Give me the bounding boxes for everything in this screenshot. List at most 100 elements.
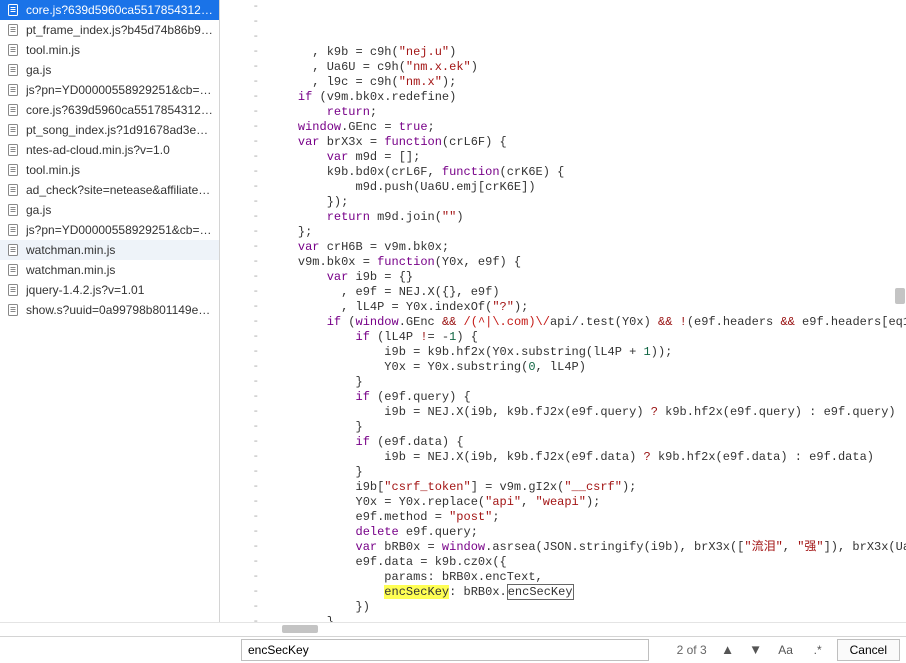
code-line[interactable]: , l9c = c9h("nm.x"); xyxy=(269,75,906,90)
code-line[interactable]: , Ua6U = c9h("nm.x.ek") xyxy=(269,60,906,75)
code-line[interactable]: }) xyxy=(269,600,906,615)
file-list-item[interactable]: watchman.min.js xyxy=(0,260,219,280)
gutter-fold-marker[interactable]: - xyxy=(220,270,259,285)
code-line[interactable]: var bRB0x = window.asrsea(JSON.stringify… xyxy=(269,540,906,555)
search-next-button[interactable]: ▼ xyxy=(745,639,767,661)
code-line[interactable]: Y0x = Y0x.replace("api", "weapi"); xyxy=(269,495,906,510)
code-line[interactable]: if (v9m.bk0x.redefine) xyxy=(269,90,906,105)
horizontal-scrollbar[interactable] xyxy=(0,622,906,635)
vertical-scrollbar-thumb[interactable] xyxy=(895,288,905,304)
code-line[interactable]: return; xyxy=(269,105,906,120)
gutter-fold-marker[interactable]: - xyxy=(220,0,259,15)
gutter-fold-marker[interactable]: - xyxy=(220,330,259,345)
code-line[interactable]: e9f.method = "post"; xyxy=(269,510,906,525)
gutter-fold-marker[interactable]: - xyxy=(220,165,259,180)
code-line[interactable]: , e9f = NEJ.X({}, e9f) xyxy=(269,285,906,300)
source-code[interactable]: , k9b = c9h("nej.u") , Ua6U = c9h("nm.x.… xyxy=(265,0,906,622)
gutter-fold-marker[interactable]: - xyxy=(220,120,259,135)
file-list-item[interactable]: jquery-1.4.2.js?v=1.01 xyxy=(0,280,219,300)
gutter-fold-marker[interactable]: - xyxy=(220,420,259,435)
file-list-item[interactable]: core.js?639d5960ca551785431254b4… xyxy=(0,100,219,120)
gutter-fold-marker[interactable]: - xyxy=(220,150,259,165)
gutter-fold-marker[interactable]: - xyxy=(220,210,259,225)
gutter-fold-marker[interactable]: - xyxy=(220,405,259,420)
gutter-fold-marker[interactable]: - xyxy=(220,60,259,75)
code-line[interactable]: k9b.bd0x(crL6F, function(crK6E) { xyxy=(269,165,906,180)
code-line[interactable]: , lL4P = Y0x.indexOf("?"); xyxy=(269,300,906,315)
file-list-item[interactable]: core.js?639d5960ca551785431254b4… xyxy=(0,0,219,20)
code-line[interactable]: window.GEnc = true; xyxy=(269,120,906,135)
gutter-fold-marker[interactable]: - xyxy=(220,240,259,255)
gutter-fold-marker[interactable]: - xyxy=(220,135,259,150)
code-line[interactable]: , k9b = c9h("nej.u") xyxy=(269,45,906,60)
code-line[interactable]: i9b = NEJ.X(i9b, k9b.fJ2x(e9f.data) ? k9… xyxy=(269,450,906,465)
code-line[interactable]: if (e9f.data) { xyxy=(269,435,906,450)
gutter-fold-marker[interactable]: - xyxy=(220,585,259,600)
gutter-fold-marker[interactable]: - xyxy=(220,570,259,585)
search-input[interactable] xyxy=(241,639,649,661)
code-line[interactable]: return m9d.join("") xyxy=(269,210,906,225)
gutter-fold-marker[interactable]: - xyxy=(220,360,259,375)
gutter-fold-marker[interactable]: - xyxy=(220,525,259,540)
code-line[interactable]: e9f.data = k9b.cz0x({ xyxy=(269,555,906,570)
gutter-fold-marker[interactable]: - xyxy=(220,180,259,195)
code-line[interactable]: var brX3x = function(crL6F) { xyxy=(269,135,906,150)
gutter-fold-marker[interactable]: - xyxy=(220,555,259,570)
file-list-item[interactable]: pt_frame_index.js?b45d74b86b92b19… xyxy=(0,20,219,40)
file-list-item[interactable]: js?pn=YD00000558929251&cb=__jp… xyxy=(0,80,219,100)
gutter-fold-marker[interactable]: - xyxy=(220,285,259,300)
code-line[interactable]: if (window.GEnc && /(^|\.com)\/api/.test… xyxy=(269,315,906,330)
gutter-fold-marker[interactable]: - xyxy=(220,195,259,210)
code-line[interactable]: }; xyxy=(269,225,906,240)
file-list-item[interactable]: ad_check?site=netease&affiliate=mu… xyxy=(0,180,219,200)
file-list-item[interactable]: pt_song_index.js?1d91678ad3ec3394… xyxy=(0,120,219,140)
code-line[interactable]: params: bRB0x.encText, xyxy=(269,570,906,585)
gutter-fold-marker[interactable]: - xyxy=(220,345,259,360)
file-list-item[interactable]: tool.min.js xyxy=(0,160,219,180)
code-line[interactable]: if (lL4P != -1) { xyxy=(269,330,906,345)
gutter-fold-marker[interactable]: - xyxy=(220,450,259,465)
file-list-item[interactable]: watchman.min.js xyxy=(0,240,219,260)
gutter-fold-marker[interactable]: - xyxy=(220,255,259,270)
gutter-fold-marker[interactable]: - xyxy=(220,30,259,45)
gutter-fold-marker[interactable]: - xyxy=(220,495,259,510)
gutter-fold-marker[interactable]: - xyxy=(220,225,259,240)
file-list-item[interactable]: tool.min.js xyxy=(0,40,219,60)
code-line[interactable]: delete e9f.query; xyxy=(269,525,906,540)
gutter-fold-marker[interactable]: - xyxy=(220,510,259,525)
gutter-fold-marker[interactable]: - xyxy=(220,375,259,390)
code-line[interactable]: Y0x = Y0x.substring(0, lL4P) xyxy=(269,360,906,375)
gutter-fold-marker[interactable]: - xyxy=(220,315,259,330)
gutter-fold-marker[interactable]: - xyxy=(220,600,259,615)
gutter-fold-marker[interactable]: - xyxy=(220,15,259,30)
file-list-item[interactable]: ga.js xyxy=(0,60,219,80)
gutter-fold-marker[interactable]: - xyxy=(220,540,259,555)
code-line[interactable]: } xyxy=(269,465,906,480)
gutter-fold-marker[interactable]: - xyxy=(220,480,259,495)
file-list[interactable]: core.js?639d5960ca551785431254b4… pt_fra… xyxy=(0,0,220,622)
code-line[interactable]: i9b = k9b.hf2x(Y0x.substring(lL4P + 1)); xyxy=(269,345,906,360)
code-line[interactable]: var m9d = []; xyxy=(269,150,906,165)
horizontal-scrollbar-thumb[interactable] xyxy=(282,625,318,633)
code-line[interactable]: } xyxy=(269,615,906,622)
file-list-item[interactable]: js?pn=YD00000558929251&cb=__jp… xyxy=(0,220,219,240)
gutter-fold-marker[interactable]: - xyxy=(220,75,259,90)
gutter-fold-marker[interactable]: - xyxy=(220,105,259,120)
search-prev-button[interactable]: ▲ xyxy=(717,639,739,661)
gutter-fold-marker[interactable]: - xyxy=(220,300,259,315)
search-regex-toggle[interactable]: .* xyxy=(805,639,831,661)
code-line[interactable]: v9m.bk0x = function(Y0x, e9f) { xyxy=(269,255,906,270)
code-line[interactable]: encSecKey: bRB0x.encSecKey xyxy=(269,585,906,600)
search-cancel-button[interactable]: Cancel xyxy=(837,639,900,661)
code-line[interactable]: var crH6B = v9m.bk0x; xyxy=(269,240,906,255)
gutter-fold-marker[interactable]: - xyxy=(220,45,259,60)
gutter-fold-marker[interactable]: - xyxy=(220,390,259,405)
gutter-fold-marker[interactable]: - xyxy=(220,90,259,105)
gutter-fold-marker[interactable]: - xyxy=(220,615,259,622)
search-case-toggle[interactable]: Aa xyxy=(773,639,799,661)
file-list-item[interactable]: ntes-ad-cloud.min.js?v=1.0 xyxy=(0,140,219,160)
code-line[interactable]: m9d.push(Ua6U.emj[crK6E]) xyxy=(269,180,906,195)
file-list-item[interactable]: show.s?uuid=0a99798b801149e7924… xyxy=(0,300,219,320)
code-line[interactable]: if (e9f.query) { xyxy=(269,390,906,405)
gutter-fold-marker[interactable]: - xyxy=(220,465,259,480)
